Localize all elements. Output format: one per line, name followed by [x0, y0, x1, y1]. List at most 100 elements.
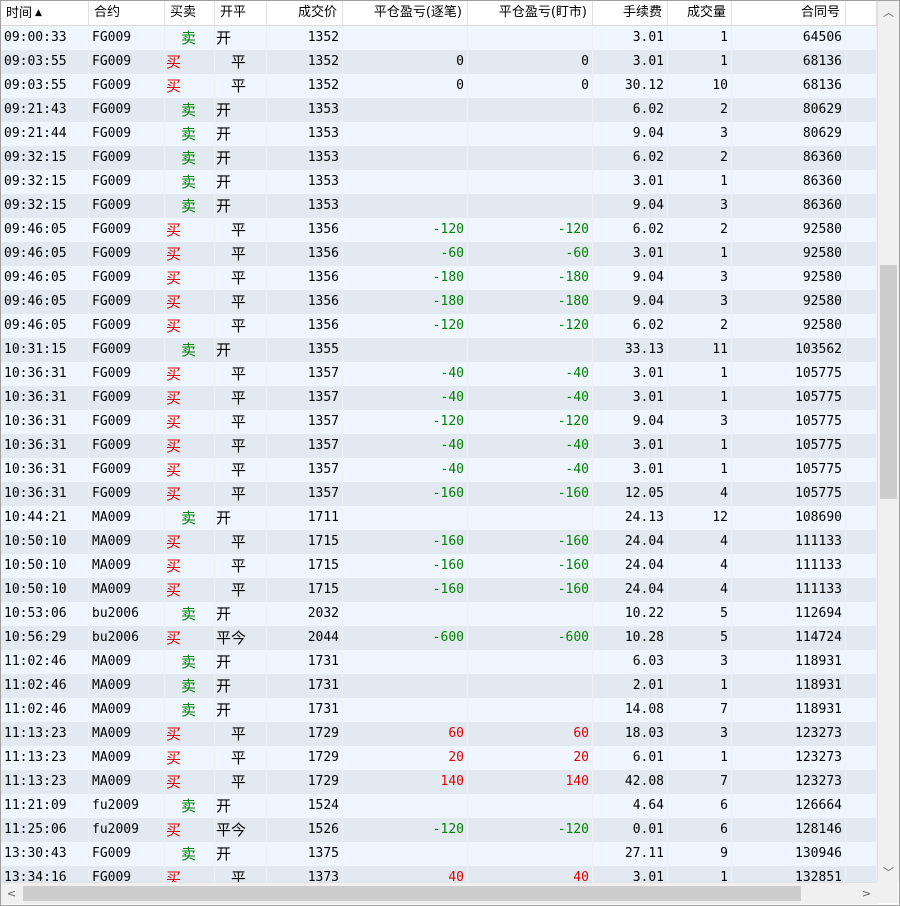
cell-contract: MA009 [89, 650, 165, 674]
scroll-down-icon[interactable]: ﹀ [878, 861, 899, 882]
table-row[interactable]: 09:46:05 FG009 买平 1356 -180 -180 9.04 3 92580 [1, 266, 877, 290]
horizontal-scroll-thumb[interactable] [23, 886, 801, 901]
table-row[interactable]: 11:25:06 fu2009 买平今 1526 -120 -120 0.01 6 128146 [1, 818, 877, 842]
cell-pnl-per-trade: -40 [343, 386, 468, 410]
cell-contract-no: 68136 [732, 50, 846, 74]
table-row[interactable]: 11:13:23 MA009 买平 1729 60 60 18.03 3 123273 [1, 722, 877, 746]
cell-price: 1352 [267, 74, 343, 98]
horizontal-scrollbar[interactable]: < > [1, 882, 877, 904]
table-row[interactable]: 13:34:16 FG009 买平 1373 40 40 3.01 1 132851 [1, 866, 877, 882]
cell-filler [846, 314, 877, 338]
cell-contract: MA009 [89, 722, 165, 746]
cell-time: 11:13:23 [1, 746, 89, 770]
table-row[interactable]: 09:46:05 FG009 买平 1356 -180 -180 9.04 3 92580 [1, 290, 877, 314]
table-row[interactable]: 11:02:46 MA009 卖开 1731 14.08 7 118931 [1, 698, 877, 722]
table-row[interactable]: 10:36:31 FG009 买平 1357 -40 -40 3.01 1 105775 [1, 362, 877, 386]
column-header-label: 开平 [220, 5, 247, 20]
column-header-volume[interactable]: 成交量 [668, 1, 732, 25]
cell-pnl-per-trade: -160 [343, 554, 468, 578]
table-row[interactable]: 10:36:31 FG009 买平 1357 -120 -120 9.04 3 105775 [1, 410, 877, 434]
table-row[interactable]: 13:30:43 FG009 卖开 1375 27.11 9 130946 [1, 842, 877, 866]
table-row[interactable]: 11:13:23 MA009 买平 1729 20 20 6.01 1 123273 [1, 746, 877, 770]
table-row[interactable]: 10:56:29 bu2006 买平今 2044 -600 -600 10.28 5 11472… [1, 626, 877, 650]
scroll-up-icon[interactable]: ︿ [878, 1, 899, 22]
cell-volume: 3 [668, 290, 732, 314]
table-row[interactable]: 10:53:06 bu2006 卖开 2032 10.22 5 112694 [1, 602, 877, 626]
cell-pnl-per-trade: -120 [343, 818, 468, 842]
table-row[interactable]: 09:00:33 FG009 卖开 1352 3.01 1 64506 [1, 26, 877, 50]
cell-price: 1526 [267, 818, 343, 842]
table-row[interactable]: 11:02:46 MA009 卖开 1731 2.01 1 118931 [1, 674, 877, 698]
cell-fee: 3.01 [593, 26, 668, 50]
cell-volume: 3 [668, 122, 732, 146]
table-row[interactable]: 11:02:46 MA009 卖开 1731 6.03 3 118931 [1, 650, 877, 674]
table-row[interactable]: 09:46:05 FG009 买平 1356 -120 -120 6.02 2 92580 [1, 314, 877, 338]
cell-open-close: 平 [215, 770, 267, 794]
table-row[interactable]: 09:21:44 FG009 卖开 1353 9.04 3 80629 [1, 122, 877, 146]
cell-pnl-per-trade: -180 [343, 290, 468, 314]
table-row[interactable]: 10:36:31 FG009 买平 1357 -40 -40 3.01 1 105775 [1, 386, 877, 410]
cell-contract: bu2006 [89, 626, 165, 650]
cell-open-close: 平 [215, 434, 267, 458]
vertical-scroll-thumb[interactable] [880, 265, 897, 499]
column-header-filler[interactable] [846, 1, 877, 25]
cell-contract-no: 112694 [732, 602, 846, 626]
column-header-time[interactable]: 时间 ▲ [1, 1, 89, 25]
column-header-fee[interactable]: 手续费 [593, 1, 668, 25]
cell-filler [846, 434, 877, 458]
column-header-pnl-per-trade[interactable]: 平仓盈亏(逐笔) [343, 1, 468, 25]
cell-pnl-per-trade: 20 [343, 746, 468, 770]
trade-table-body: 09:00:33 FG009 卖开 1352 3.01 1 64506 09:03:55 FG0… [1, 26, 877, 882]
column-header-pnl-mark-to-market[interactable]: 平仓盈亏(盯市) [468, 1, 593, 25]
column-header-price[interactable]: 成交价 [267, 1, 343, 25]
cell-fee: 2.01 [593, 674, 668, 698]
table-row[interactable]: 10:31:15 FG009 卖开 1355 33.13 11 103562 [1, 338, 877, 362]
column-header-label: 成交价 [297, 5, 337, 20]
table-row[interactable]: 10:44:21 MA009 卖开 1711 24.13 12 108690 [1, 506, 877, 530]
table-row[interactable]: 09:46:05 FG009 买平 1356 -120 -120 6.02 2 92580 [1, 218, 877, 242]
cell-contract-no: 126664 [732, 794, 846, 818]
table-row[interactable]: 10:36:31 FG009 买平 1357 -160 -160 12.05 4 105775 [1, 482, 877, 506]
cell-pnl-per-trade [343, 194, 468, 218]
cell-side: 卖 [165, 794, 215, 818]
cell-pnl-mark-to-market [468, 674, 593, 698]
scroll-left-icon[interactable]: < [1, 883, 22, 904]
vertical-scrollbar[interactable]: ︿ ﹀ [877, 1, 899, 882]
cell-open-close: 平 [215, 578, 267, 602]
table-row[interactable]: 09:03:55 FG009 买平 1352 0 0 30.12 10 68136 [1, 74, 877, 98]
cell-pnl-per-trade [343, 698, 468, 722]
table-row[interactable]: 10:36:31 FG009 买平 1357 -40 -40 3.01 1 105775 [1, 434, 877, 458]
cell-time: 13:34:16 [1, 866, 89, 882]
cell-pnl-mark-to-market [468, 650, 593, 674]
table-row[interactable]: 10:50:10 MA009 买平 1715 -160 -160 24.04 4 111133 [1, 554, 877, 578]
cell-fee: 24.04 [593, 530, 668, 554]
cell-time: 10:50:10 [1, 578, 89, 602]
cell-pnl-mark-to-market [468, 794, 593, 818]
table-row[interactable]: 09:03:55 FG009 买平 1352 0 0 3.01 1 68136 [1, 50, 877, 74]
cell-fee: 6.02 [593, 314, 668, 338]
table-row[interactable]: 09:21:43 FG009 卖开 1353 6.02 2 80629 [1, 98, 877, 122]
cell-volume: 6 [668, 794, 732, 818]
column-header-contract[interactable]: 合约 [89, 1, 165, 25]
cell-pnl-mark-to-market: -60 [468, 242, 593, 266]
table-row[interactable]: 10:50:10 MA009 买平 1715 -160 -160 24.04 4 111133 [1, 578, 877, 602]
table-row[interactable]: 11:21:09 fu2009 卖开 1524 4.64 6 126664 [1, 794, 877, 818]
table-row[interactable]: 09:32:15 FG009 卖开 1353 9.04 3 86360 [1, 194, 877, 218]
cell-contract: MA009 [89, 554, 165, 578]
table-row[interactable]: 09:46:05 FG009 买平 1356 -60 -60 3.01 1 92580 [1, 242, 877, 266]
cell-fee: 6.03 [593, 650, 668, 674]
scroll-right-icon[interactable]: > [856, 883, 877, 904]
column-header-open-close[interactable]: 开平 [215, 1, 267, 25]
table-row[interactable]: 11:13:23 MA009 买平 1729 140 140 42.08 7 123273 [1, 770, 877, 794]
cell-open-close: 平 [215, 410, 267, 434]
column-header-side[interactable]: 买卖 [165, 1, 215, 25]
table-row[interactable]: 09:32:15 FG009 卖开 1353 6.02 2 86360 [1, 146, 877, 170]
column-header-contract-no[interactable]: 合同号 [732, 1, 846, 25]
table-row[interactable]: 10:36:31 FG009 买平 1357 -40 -40 3.01 1 105775 [1, 458, 877, 482]
cell-pnl-mark-to-market [468, 26, 593, 50]
cell-price: 1353 [267, 194, 343, 218]
cell-pnl-mark-to-market: 0 [468, 50, 593, 74]
table-row[interactable]: 10:50:10 MA009 买平 1715 -160 -160 24.04 4 111133 [1, 530, 877, 554]
cell-filler [846, 290, 877, 314]
table-row[interactable]: 09:32:15 FG009 卖开 1353 3.01 1 86360 [1, 170, 877, 194]
